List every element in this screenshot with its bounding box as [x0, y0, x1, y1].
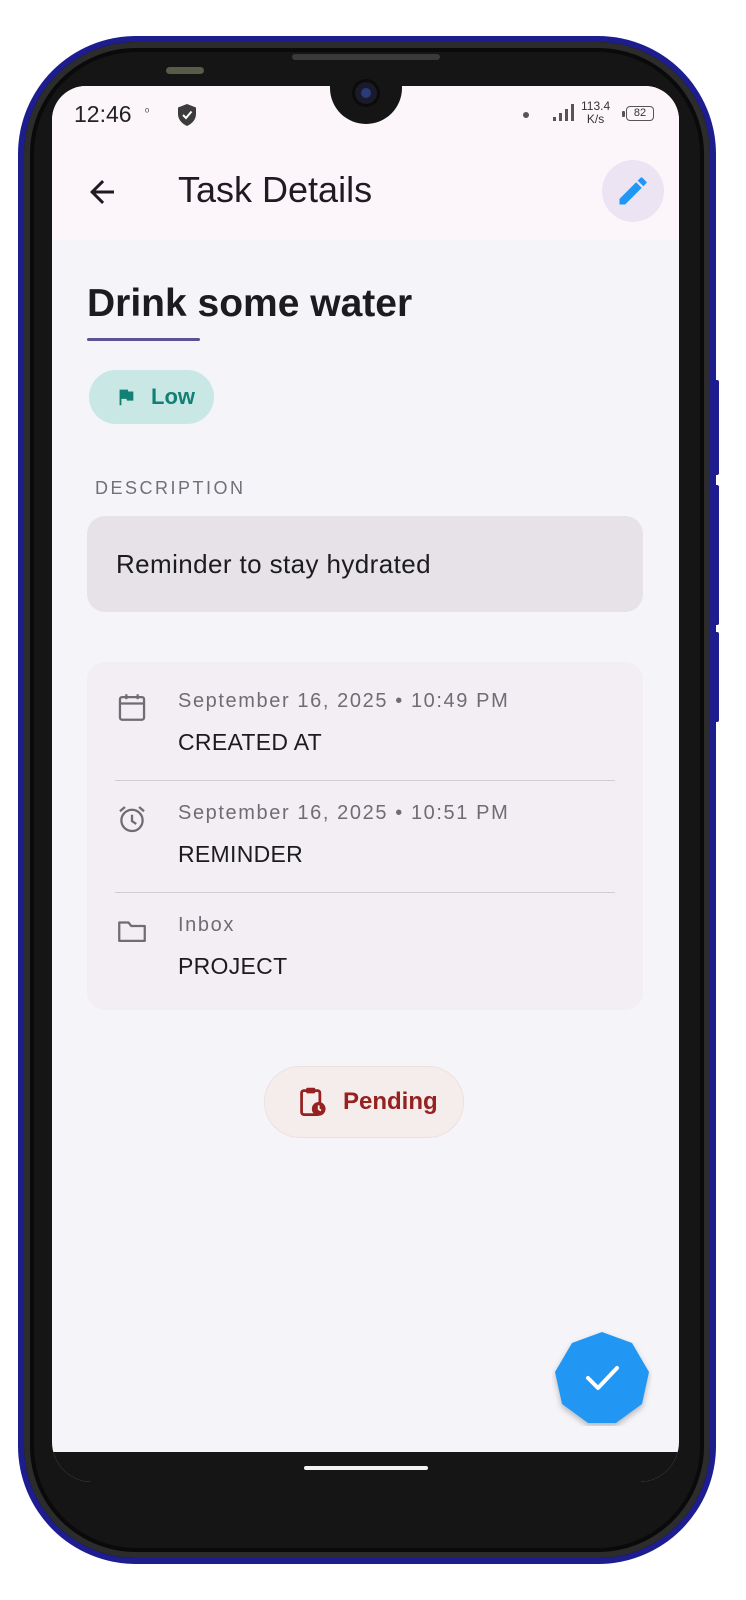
shield-icon: [178, 104, 196, 126]
calendar-icon: [118, 694, 146, 721]
side-button-upper: [713, 485, 719, 625]
project-label: PROJECT: [178, 953, 288, 979]
detail-row-project: Inbox PROJECT: [87, 886, 643, 996]
battery-level: 82: [633, 107, 647, 119]
priority-chip[interactable]: Low: [89, 370, 214, 424]
reminder-value: September 16, 2025 • 10:51 PM: [178, 802, 510, 824]
created-value: September 16, 2025 • 10:49 PM: [178, 690, 510, 712]
speaker-grill: [292, 54, 440, 60]
task-title: Drink some water: [87, 282, 413, 325]
reminder-label: REMINDER: [178, 841, 304, 867]
page-title: Task Details: [178, 169, 373, 210]
title-underline: [87, 338, 200, 341]
alarm-icon: [119, 806, 145, 833]
network-speed: 113.4 K/s: [581, 100, 610, 126]
home-indicator[interactable]: [304, 1466, 428, 1470]
status-small-indicator: ᵒ: [145, 106, 150, 118]
arrow-left-icon[interactable]: [84, 174, 120, 210]
folder-icon: [118, 921, 146, 943]
created-label: CREATED AT: [178, 729, 322, 755]
complete-task-button[interactable]: [552, 1330, 652, 1426]
priority-label: Low: [151, 384, 195, 409]
network-speed-unit: K/s: [586, 112, 605, 126]
clipboard-clock-icon: [300, 1087, 326, 1116]
flag-icon: [119, 389, 134, 406]
proximity-sensor: [166, 67, 204, 74]
front-camera-icon: [355, 82, 377, 104]
project-value: Inbox: [178, 914, 235, 936]
screen: 12:46 ᵒ 113.4 K/s 82 Task Details Drink …: [52, 86, 679, 1482]
detail-row-created: September 16, 2025 • 10:49 PM CREATED AT: [87, 662, 643, 772]
notification-dot-icon: [523, 112, 529, 118]
edit-button[interactable]: [602, 160, 664, 222]
pencil-icon: [619, 177, 647, 205]
description-box: Reminder to stay hydrated: [87, 516, 643, 612]
battery-icon: 82: [622, 106, 654, 121]
app-bar: Task Details: [52, 144, 679, 240]
volume-button: [713, 380, 719, 475]
status-label: Pending: [343, 1088, 438, 1115]
description-heading: DESCRIPTION: [95, 478, 246, 498]
status-time: 12:46: [74, 101, 132, 127]
details-card: September 16, 2025 • 10:49 PM CREATED AT…: [87, 662, 643, 1010]
detail-row-reminder: September 16, 2025 • 10:51 PM REMINDER: [87, 774, 643, 884]
description-text: Reminder to stay hydrated: [116, 549, 431, 579]
power-button: [713, 632, 719, 722]
status-chip[interactable]: Pending: [264, 1066, 464, 1138]
signal-icon: [553, 104, 574, 121]
